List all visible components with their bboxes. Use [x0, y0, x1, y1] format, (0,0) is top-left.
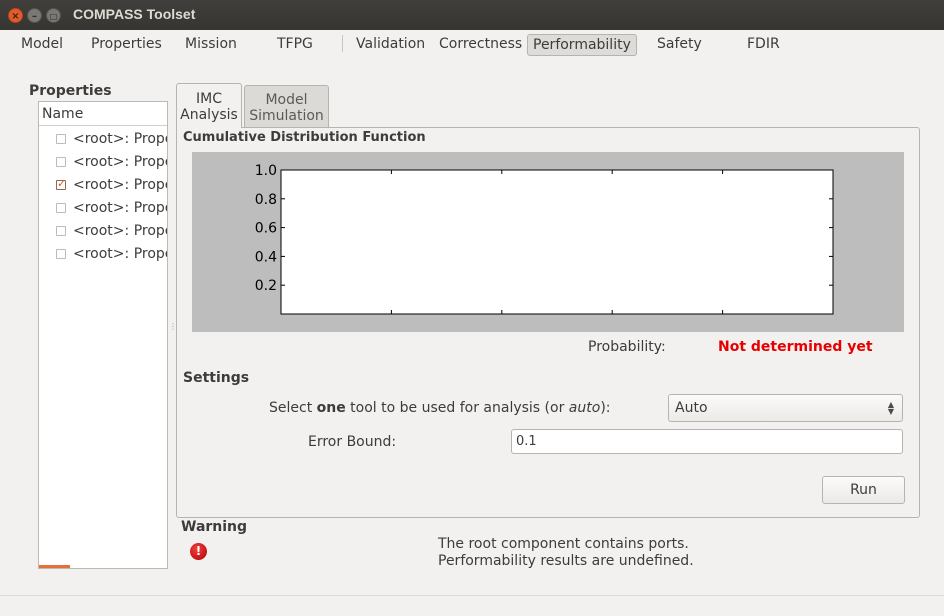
y-tick-label: 0.4: [255, 249, 277, 265]
error-bound-label: Error Bound:: [308, 434, 397, 450]
list-item[interactable]: <root>: Prope: [39, 243, 168, 266]
tab-tfpg[interactable]: TFPG: [277, 34, 313, 56]
tab-safety[interactable]: Safety: [657, 34, 702, 56]
tool-select-dropdown[interactable]: Auto ▲ ▼: [668, 394, 903, 422]
tab-sim-line1: Model: [265, 92, 308, 108]
property-label: <root>: Prope: [73, 223, 168, 239]
properties-title: Properties: [29, 83, 112, 99]
warning-title: Warning: [181, 519, 248, 535]
list-item[interactable]: <root>: Prope: [39, 151, 168, 174]
list-item[interactable]: <root>: Prope: [39, 220, 168, 243]
title-bar: × – □ COMPASS Toolset: [0, 0, 944, 30]
cdf-chart: 0.2 0.4 0.6 0.8 1.0: [192, 152, 904, 332]
property-label: <root>: Prope: [73, 177, 168, 193]
tab-correctness[interactable]: Correctness: [439, 34, 522, 56]
probability-value: Not determined yet: [718, 339, 873, 355]
tool-select-value: Auto: [675, 400, 708, 416]
tool-label-bold: one: [316, 400, 346, 416]
error-bound-input[interactable]: 0.1: [511, 429, 903, 454]
property-checkbox[interactable]: [56, 249, 66, 259]
property-label: <root>: Prope: [73, 200, 168, 216]
list-item[interactable]: <root>: Prope: [39, 197, 168, 220]
tool-label-post: ):: [600, 400, 611, 416]
y-tick-label: 0.8: [255, 192, 277, 208]
tab-properties[interactable]: Properties: [91, 34, 162, 56]
property-checkbox[interactable]: [56, 226, 66, 236]
property-label: <root>: Prope: [73, 246, 168, 262]
tool-label-italic: auto: [568, 400, 601, 416]
warning-line: The root component contains ports.: [438, 536, 689, 552]
settings-title: Settings: [183, 370, 250, 386]
tool-label-mid: tool to be used for analysis (or: [345, 400, 569, 416]
close-window-button[interactable]: ×: [8, 8, 23, 23]
property-label: <root>: Prope: [73, 154, 168, 170]
list-item[interactable]: <root>: Prope: [39, 174, 168, 197]
warning-line: Performability results are undefined.: [438, 553, 694, 569]
probability-label: Probability:: [588, 339, 666, 355]
property-checkbox[interactable]: [56, 134, 66, 144]
property-checkbox-checked[interactable]: [56, 177, 66, 190]
cdf-title: Cumulative Distribution Function: [183, 130, 426, 145]
y-tick-label: 0.2: [255, 278, 277, 294]
tab-model[interactable]: Model: [21, 34, 63, 56]
tool-select-label: Select one tool to be used for analysis …: [269, 400, 611, 416]
tab-sim-line2: Simulation: [249, 108, 324, 124]
name-column-header[interactable]: Name: [39, 102, 167, 126]
tab-imc-analysis[interactable]: IMC Analysis: [176, 83, 242, 128]
tab-separator: [342, 35, 343, 52]
warning-message: The root component contains ports. Perfo…: [438, 536, 694, 570]
horizontal-scrollbar[interactable]: [39, 565, 70, 568]
run-button[interactable]: Run: [822, 476, 905, 504]
tab-imc-line2: Analysis: [180, 107, 238, 123]
tab-fdir[interactable]: FDIR: [747, 34, 780, 56]
cdf-chart-svg: 0.2 0.4 0.6 0.8 1.0: [255, 163, 834, 315]
y-tick-label: 0.6: [255, 221, 277, 237]
maximize-window-button[interactable]: □: [46, 8, 61, 23]
plot-area: [280, 169, 834, 315]
properties-list: Name <root>: Prope <root>: Prope <root>:…: [38, 101, 168, 569]
list-item[interactable]: <root>: Prope: [39, 128, 168, 151]
status-bar-divider: [0, 595, 944, 596]
tab-model-simulation[interactable]: Model Simulation: [244, 85, 329, 127]
property-checkbox[interactable]: [56, 157, 66, 167]
window-title: COMPASS Toolset: [73, 6, 196, 22]
minimize-window-button[interactable]: –: [27, 8, 42, 23]
tab-imc-line1: IMC: [196, 91, 222, 107]
tab-validation[interactable]: Validation: [356, 34, 425, 56]
tab-mission[interactable]: Mission: [185, 34, 237, 56]
error-icon: !: [190, 543, 207, 560]
tab-performability[interactable]: Performability: [527, 34, 637, 56]
y-tick-label: 1.0: [255, 163, 277, 179]
tool-label-pre: Select: [269, 400, 317, 416]
updown-arrows-icon: ▲ ▼: [887, 400, 894, 416]
property-checkbox[interactable]: [56, 203, 66, 213]
property-label: <root>: Prope: [73, 131, 168, 147]
